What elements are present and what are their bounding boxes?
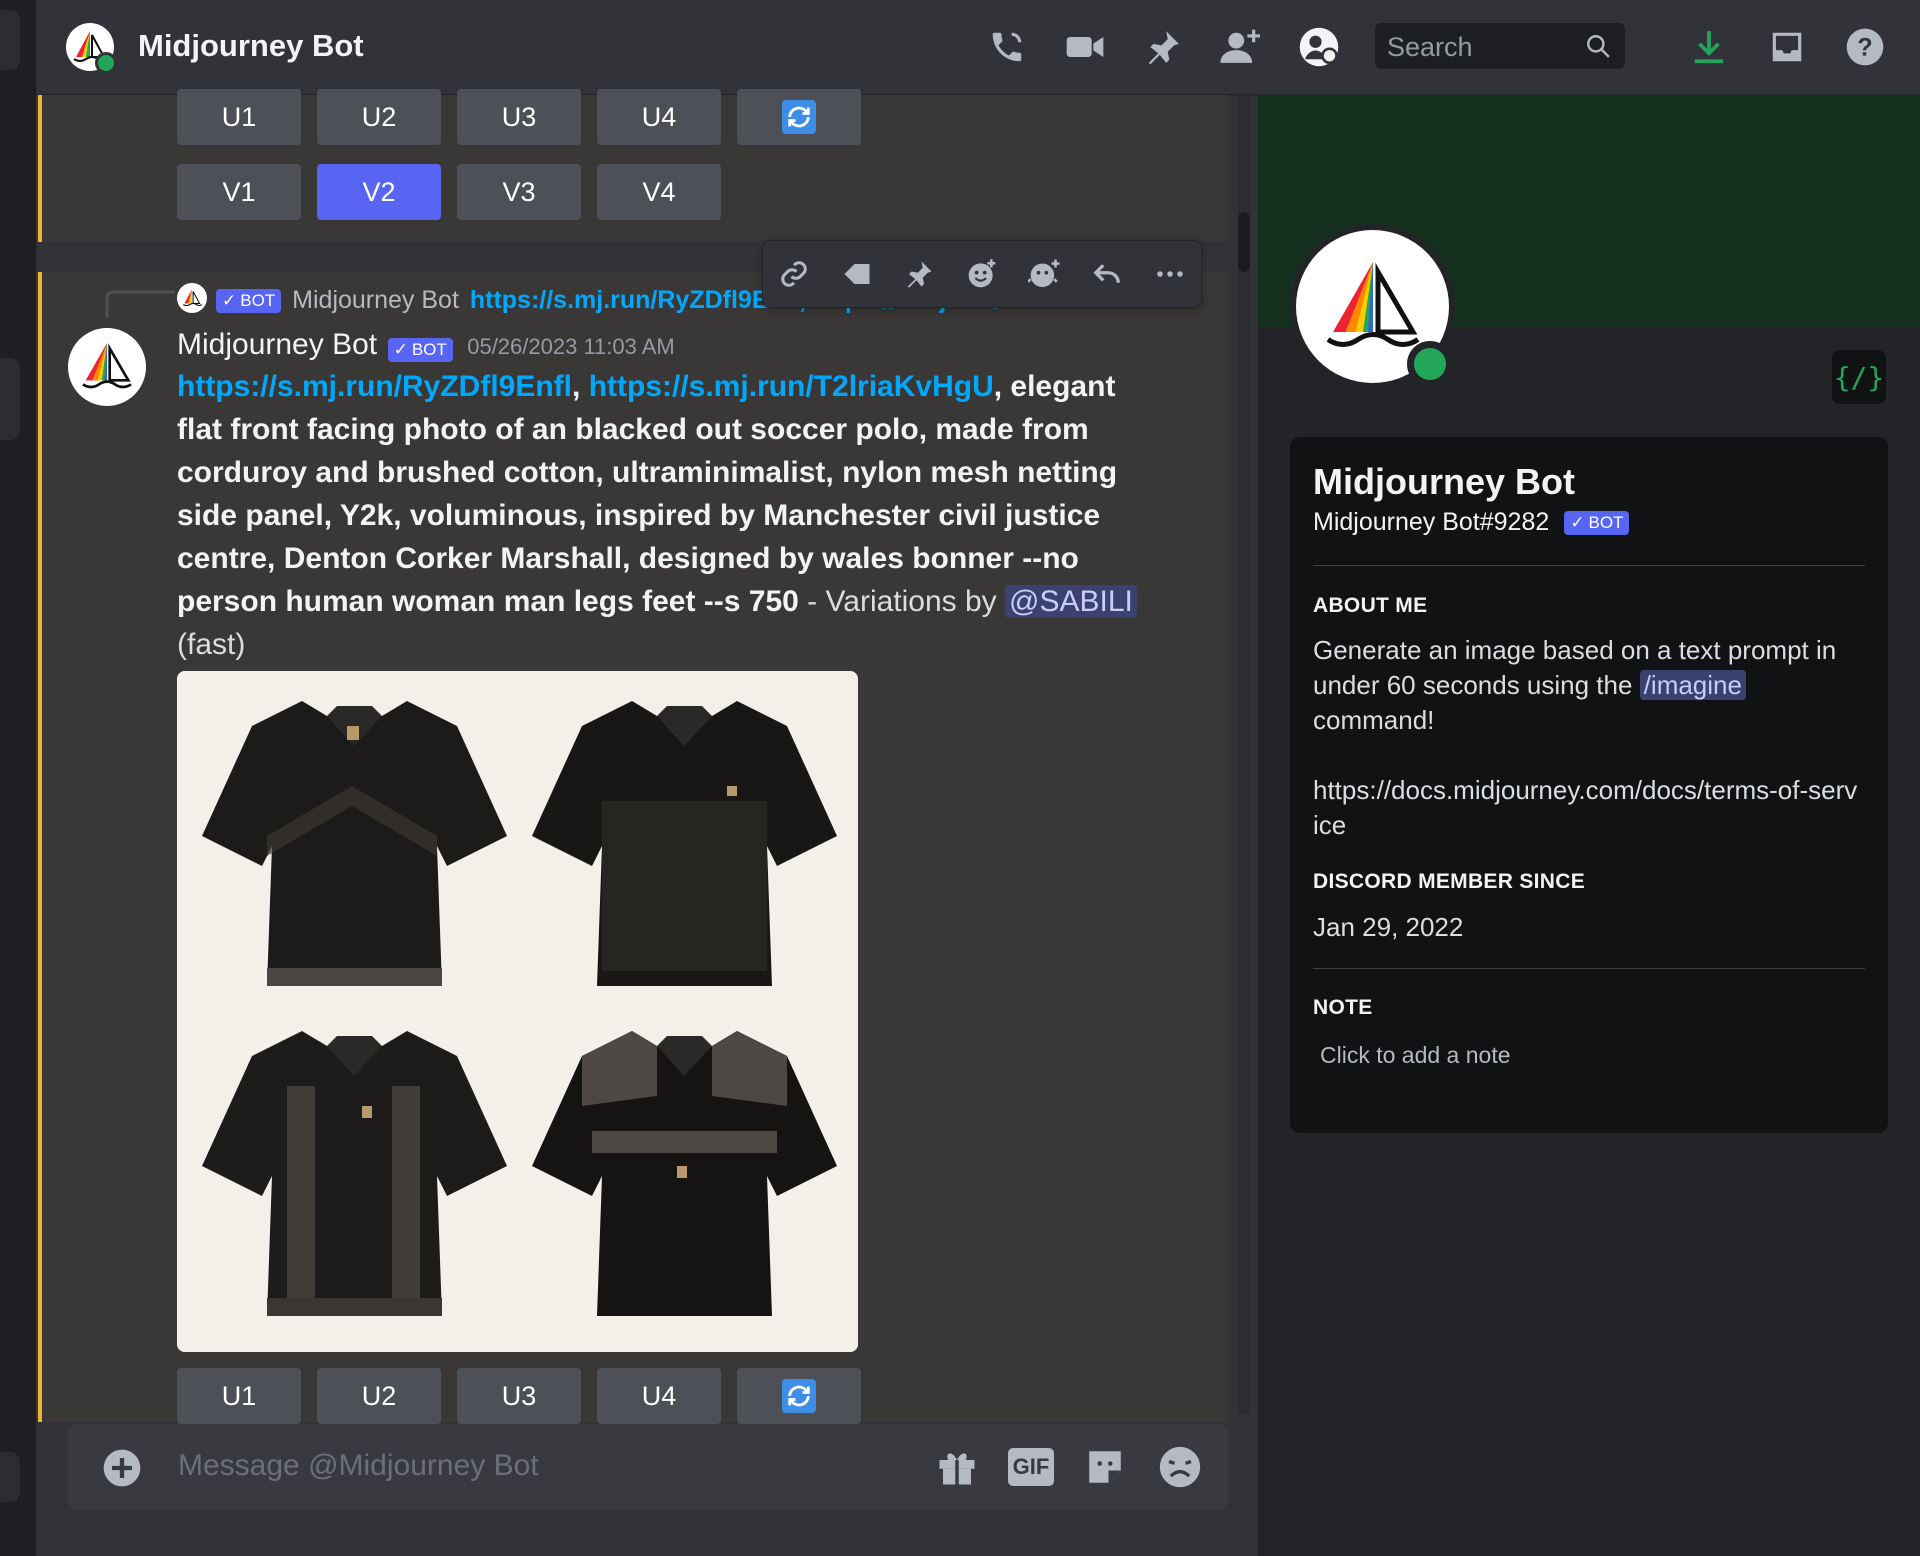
variation-button-1[interactable]: V1 xyxy=(177,164,301,220)
user-mention[interactable]: @SABILI xyxy=(1005,585,1137,618)
profile-name: Midjourney Bot xyxy=(1313,461,1575,502)
link-separator: , xyxy=(572,370,589,403)
shirt-grid-image xyxy=(177,671,858,1352)
upscale-button-3[interactable]: U3 xyxy=(457,1368,581,1424)
message-header: Midjourney Bot ✓ BOT 05/26/2023 11:03 AM xyxy=(177,328,675,362)
refresh-icon xyxy=(782,100,816,134)
more-icon[interactable] xyxy=(1150,254,1190,294)
upscale-button-1[interactable]: U1 xyxy=(177,1368,301,1424)
command-mention[interactable]: /imagine xyxy=(1639,670,1746,700)
page-title: Midjourney Bot xyxy=(138,28,364,63)
about-text: Generate an image based on a text prompt… xyxy=(1313,635,1837,735)
server-pill[interactable] xyxy=(0,10,20,70)
profile-tag: Midjourney Bot#9282 xyxy=(1313,508,1550,536)
sailboat-logo-icon xyxy=(183,289,203,307)
member-since-date: Jan 29, 2022 xyxy=(1313,912,1464,942)
add-friend-icon[interactable] xyxy=(1220,26,1262,68)
about-heading: ABOUT ME xyxy=(1313,594,1428,617)
reply-author: Midjourney Bot xyxy=(292,286,459,314)
variation-button-4[interactable]: V4 xyxy=(597,164,721,220)
message-content: https://s.mj.run/RyZDfl9Enfl, https://s.… xyxy=(177,365,1137,666)
settings-pill[interactable] xyxy=(0,1452,20,1502)
message-avatar[interactable] xyxy=(68,328,146,406)
emoji-icon[interactable] xyxy=(1158,1445,1202,1494)
prompt-link-2[interactable]: https://s.mj.run/T2lriaKvHgU xyxy=(589,370,994,403)
server-rail xyxy=(0,0,36,1556)
search-input[interactable]: Search xyxy=(1375,23,1625,69)
online-status-dot xyxy=(95,52,117,74)
profile-avatar[interactable] xyxy=(1290,224,1455,389)
search-icon xyxy=(1585,33,1611,64)
upscale-button-2[interactable]: U2 xyxy=(317,1368,441,1424)
reply-icon[interactable] xyxy=(1087,254,1127,294)
message-author[interactable]: Midjourney Bot xyxy=(177,328,377,361)
variation-button-2[interactable]: V2 xyxy=(317,164,441,220)
bot-badge: ✓ BOT xyxy=(216,289,282,314)
message-timestamp: 05/26/2023 11:03 AM xyxy=(467,334,675,359)
gif-button[interactable]: GIF xyxy=(1008,1448,1054,1486)
search-placeholder: Search xyxy=(1387,32,1473,62)
phone-call-icon[interactable] xyxy=(986,26,1028,68)
add-super-reaction-icon[interactable] xyxy=(1025,254,1065,294)
message-input[interactable]: Message @Midjourney Bot xyxy=(178,1449,539,1483)
reroll-button[interactable] xyxy=(737,89,861,145)
bot-badge: ✓ BOT xyxy=(1564,511,1630,536)
mention-highlight-bar xyxy=(38,272,42,1422)
message-composer[interactable]: Message @Midjourney Bot GIF xyxy=(68,1424,1228,1510)
chat-scrollbar-thumb[interactable] xyxy=(1238,212,1250,272)
reply-spine-icon xyxy=(105,290,175,318)
help-icon[interactable]: ? xyxy=(1844,26,1886,68)
message-actions-toolbar xyxy=(762,240,1202,308)
profile-toggle-icon[interactable] xyxy=(1298,26,1340,68)
upscale-button-2[interactable]: U2 xyxy=(317,89,441,145)
pin-icon[interactable] xyxy=(1142,26,1184,68)
generated-image-grid[interactable] xyxy=(177,671,858,1352)
header-avatar[interactable] xyxy=(66,23,117,74)
reroll-button[interactable] xyxy=(737,1368,861,1424)
note-heading: NOTE xyxy=(1313,996,1373,1019)
mention-highlight-bar xyxy=(38,95,42,242)
chat-scrollbar[interactable] xyxy=(1238,95,1250,1415)
bot-badge: ✓ BOT xyxy=(387,337,453,362)
gift-icon[interactable] xyxy=(936,1446,978,1493)
prompt-link-1[interactable]: https://s.mj.run/RyZDfl9Enfl xyxy=(177,370,572,403)
svg-text:?: ? xyxy=(1857,33,1872,61)
link-icon[interactable] xyxy=(774,254,814,294)
member-since-heading: DISCORD MEMBER SINCE xyxy=(1313,870,1586,893)
speed-text: (fast) xyxy=(177,628,246,661)
variations-text: - Variations by xyxy=(798,585,1006,618)
sailboat-logo-icon xyxy=(82,343,132,389)
prompt-text: , elegant flat front facing photo of an … xyxy=(177,370,1118,618)
upscale-button-4[interactable]: U4 xyxy=(597,1368,721,1424)
upscale-button-1[interactable]: U1 xyxy=(177,89,301,145)
online-status-dot xyxy=(1407,341,1453,387)
add-reaction-icon[interactable] xyxy=(962,254,1002,294)
inbox-icon[interactable] xyxy=(1766,26,1808,68)
mark-unread-icon[interactable] xyxy=(837,254,877,294)
refresh-icon xyxy=(782,1379,816,1413)
upscale-button-3[interactable]: U3 xyxy=(457,89,581,145)
video-icon[interactable] xyxy=(1064,26,1106,68)
upscale-button-4[interactable]: U4 xyxy=(597,89,721,145)
pin-icon[interactable] xyxy=(899,254,939,294)
variation-button-3[interactable]: V3 xyxy=(457,164,581,220)
active-developer-badge[interactable]: {/} xyxy=(1832,350,1886,404)
channel-header: Midjourney Bot Search ? xyxy=(36,0,1920,95)
download-icon[interactable] xyxy=(1688,26,1730,68)
divider xyxy=(1313,565,1865,566)
divider xyxy=(1313,968,1865,969)
about-link[interactable]: https://docs.midjourney.com/docs/terms-o… xyxy=(1313,773,1858,843)
add-attachment-icon[interactable] xyxy=(102,1448,142,1493)
sticker-icon[interactable] xyxy=(1084,1446,1126,1493)
reply-avatar[interactable] xyxy=(177,283,207,313)
server-pill[interactable] xyxy=(0,358,20,440)
note-input[interactable]: Click to add a note xyxy=(1320,1042,1511,1069)
profile-tag-row: Midjourney Bot#9282 ✓ BOT xyxy=(1313,508,1630,537)
